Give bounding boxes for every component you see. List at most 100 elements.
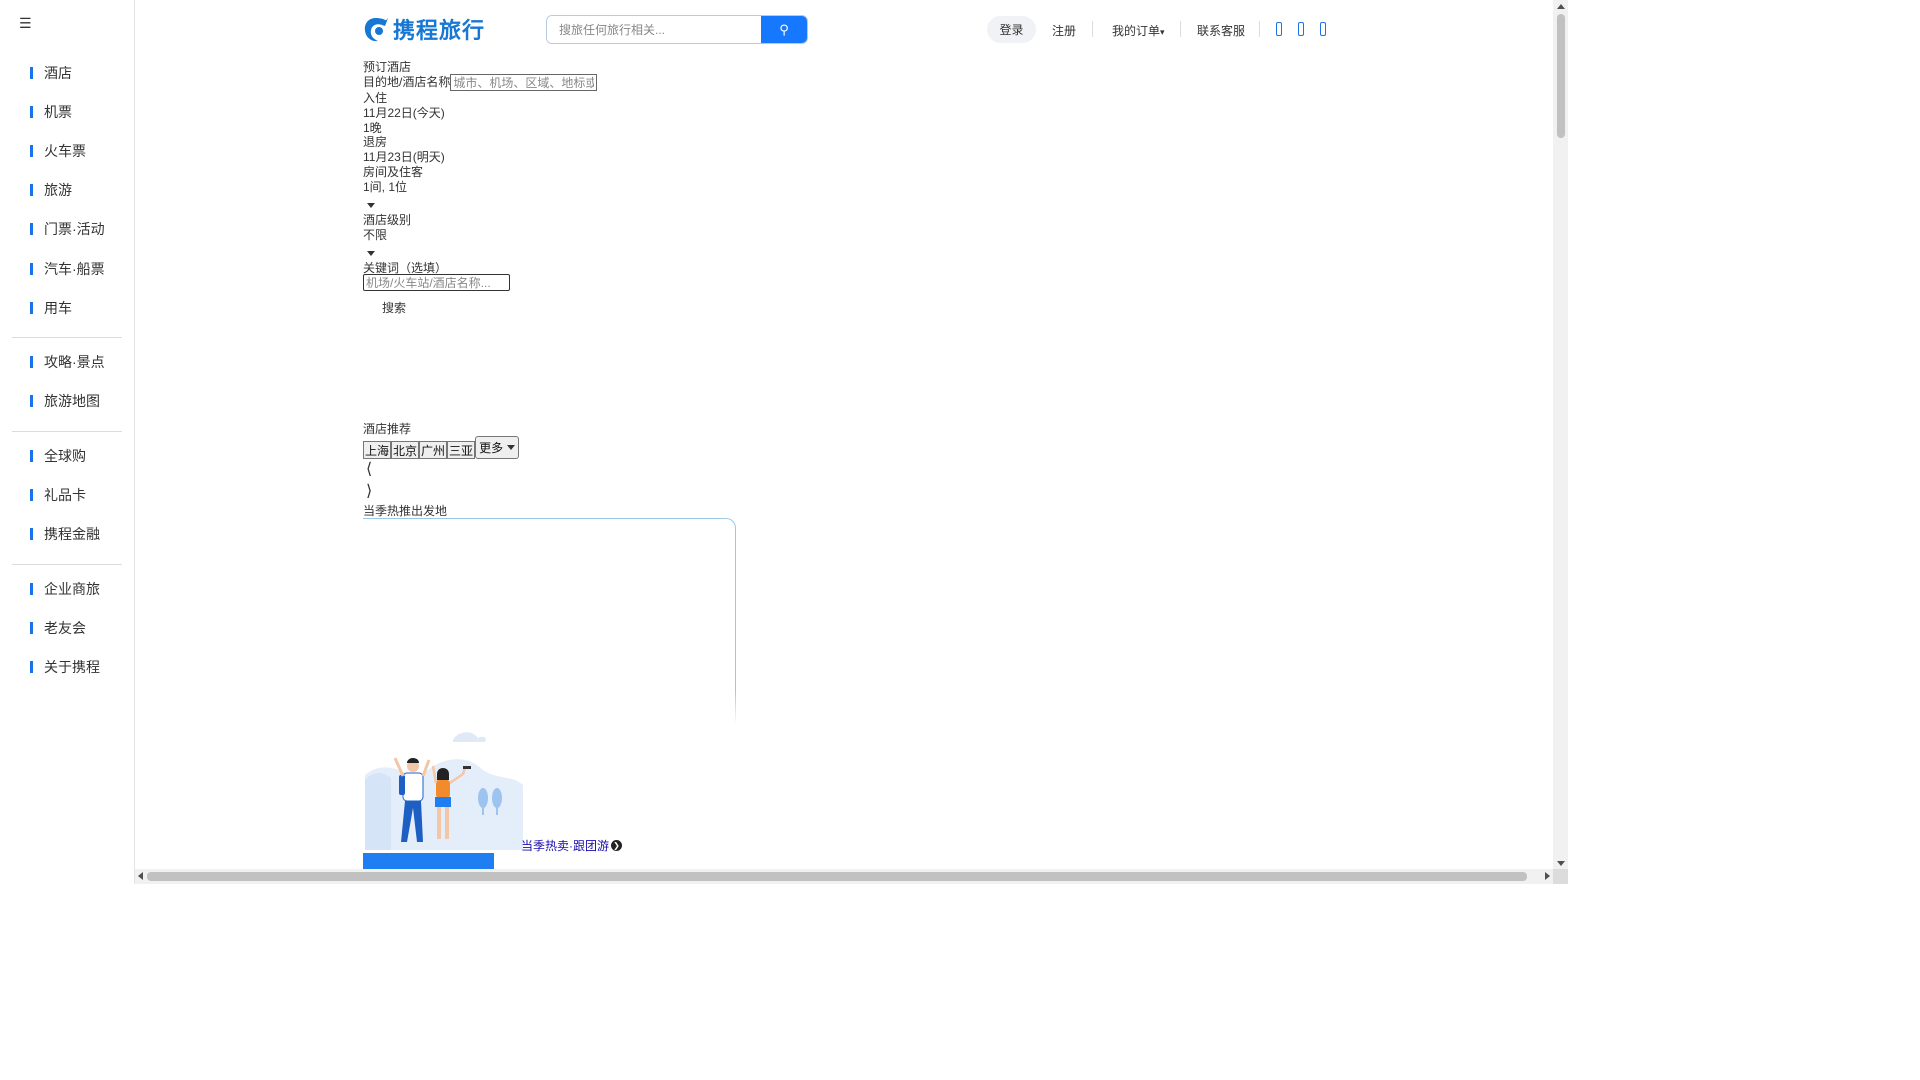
sidebar-nav-item[interactable]: 企业商旅	[0, 569, 135, 608]
scroll-down-icon[interactable]	[1557, 861, 1565, 866]
nav-item-icon	[30, 449, 33, 462]
sidebar-nav-label: 携程金融	[44, 525, 100, 542]
sidebar-nav-label: 全球购	[44, 447, 86, 464]
sidebar-nav-item[interactable]: 用车	[0, 288, 135, 327]
dolphin-logo-icon	[364, 18, 388, 42]
hot-tour-link[interactable]: 当季热卖·跟团游 ❯	[521, 837, 622, 854]
nav-item-icon	[30, 394, 33, 407]
global-search: ⚲	[546, 15, 808, 44]
nav-item-icon	[30, 66, 33, 79]
nav-item-icon	[30, 184, 33, 197]
hot-tour-label: 当季热卖·跟团游	[521, 839, 609, 853]
sidebar-nav-item[interactable]: 攻略·景点	[0, 342, 135, 381]
nav-item-icon	[30, 621, 33, 634]
mobile-app-icon[interactable]	[1276, 22, 1282, 36]
chevron-left-icon[interactable]: ⟨	[366, 459, 372, 478]
travelers-illustration	[365, 732, 523, 850]
register-link[interactable]: 注册	[1052, 22, 1076, 39]
keyword-input[interactable]	[363, 274, 510, 291]
header-divider	[1092, 21, 1093, 37]
search-button[interactable]: ⚲	[761, 16, 807, 43]
scroll-thumb[interactable]	[147, 872, 1527, 881]
sidebar-nav-label: 关于携程	[44, 658, 100, 675]
nav-item-icon	[30, 582, 33, 595]
ctrip-logo[interactable]: 携程旅行	[363, 14, 523, 44]
horizontal-scrollbar[interactable]	[135, 869, 1553, 884]
destination-row: 目的地/酒店名称	[363, 73, 598, 92]
nav-group-guides: 攻略·景点旅游地图	[0, 342, 135, 420]
destination-input[interactable]	[450, 74, 598, 92]
nav-item-icon	[30, 301, 33, 314]
city-tab[interactable]: 上海	[363, 441, 392, 459]
search-icon: ⚲	[779, 21, 789, 37]
scroll-left-icon[interactable]	[138, 872, 143, 880]
more-label: 更多	[479, 441, 504, 455]
sidebar-nav-item[interactable]: 全球购	[0, 436, 135, 475]
sidebar-nav-item[interactable]: 酒店	[0, 53, 135, 92]
recommend-title: 酒店推荐	[363, 422, 412, 436]
hot-departure-title: 当季热推出发地	[363, 504, 448, 518]
scrollbar-corner	[1553, 869, 1568, 884]
hotel-level-value[interactable]: 不限	[363, 226, 387, 243]
sidebar-nav-item[interactable]: 礼品卡	[0, 475, 135, 514]
nav-group-shopping: 全球购礼品卡携程金融	[0, 436, 135, 554]
customer-service-link[interactable]: 联系客服	[1197, 22, 1245, 39]
sidebar-nav-item[interactable]: 老友会	[0, 608, 135, 647]
sidebar: ☰ 酒店机票火车票旅游门票·活动汽车·船票用车 攻略·景点旅游地图 全球购礼品卡…	[0, 0, 135, 884]
login-button[interactable]: 登录	[987, 16, 1036, 43]
sidebar-nav-item[interactable]: 机票	[0, 92, 135, 131]
card-fade	[363, 690, 737, 725]
my-orders-label: 我的订单	[1112, 24, 1161, 38]
nav-item-icon	[30, 223, 33, 236]
nav-item-icon	[30, 262, 33, 275]
language-icon[interactable]	[1298, 22, 1304, 36]
sidebar-nav-item[interactable]: 关于携程	[0, 647, 135, 686]
sidebar-nav-item[interactable]: 汽车·船票	[0, 249, 135, 288]
sidebar-nav-label: 企业商旅	[44, 580, 100, 597]
sidebar-nav-label: 旅游	[44, 182, 72, 199]
logo-text: 携程旅行	[393, 19, 486, 44]
nav-item-icon	[30, 488, 33, 501]
sidebar-nav-item[interactable]: 门票·活动	[0, 210, 135, 249]
nav-item-icon	[30, 105, 33, 118]
notification-icon[interactable]	[1320, 22, 1326, 36]
sidebar-nav-label: 攻略·景点	[44, 353, 105, 370]
chevron-right-icon[interactable]: ⟩	[366, 481, 372, 500]
my-orders-menu[interactable]: 我的订单▾	[1112, 22, 1165, 39]
city-tab[interactable]: 三亚	[447, 441, 476, 459]
nav-item-icon	[30, 660, 33, 673]
scroll-up-icon[interactable]	[1557, 4, 1565, 9]
more-cities-dropdown[interactable]: 更多	[475, 436, 520, 459]
sidebar-nav-item[interactable]: 携程金融	[0, 514, 135, 553]
nav-divider	[12, 564, 122, 565]
nav-group-travel: 酒店机票火车票旅游门票·活动汽车·船票用车	[0, 53, 135, 327]
menu-icon[interactable]: ☰	[19, 14, 32, 32]
nav-divider	[12, 431, 122, 432]
rooms-value[interactable]: 1间, 1位	[363, 178, 407, 195]
sidebar-nav-item[interactable]: 火车票	[0, 131, 135, 170]
sidebar-nav-label: 礼品卡	[44, 486, 86, 503]
sidebar-nav-label: 酒店	[44, 64, 72, 81]
city-tab[interactable]: 北京	[391, 441, 420, 459]
global-search-input[interactable]	[547, 16, 761, 43]
vertical-scrollbar[interactable]	[1553, 0, 1568, 884]
sidebar-nav-label: 火车票	[44, 142, 86, 159]
sidebar-nav-item[interactable]: 旅游	[0, 171, 135, 210]
sidebar-nav-label: 门票·活动	[44, 221, 105, 238]
sidebar-nav-item[interactable]: 旅游地图	[0, 381, 135, 420]
city-tab[interactable]: 广州	[419, 441, 448, 459]
scroll-thumb[interactable]	[1557, 14, 1565, 138]
destination-label: 目的地/酒店名称	[363, 75, 451, 89]
sidebar-nav-label: 汽车·船票	[44, 260, 105, 277]
hotel-level-dropdown[interactable]	[367, 245, 375, 259]
sidebar-nav-label: 旅游地图	[44, 392, 100, 409]
hotel-search-button[interactable]: 搜索	[382, 299, 406, 316]
header-divider	[1259, 21, 1260, 37]
rooms-dropdown[interactable]	[367, 197, 375, 211]
nav-divider	[12, 337, 122, 338]
nav-item-icon	[30, 527, 33, 540]
scroll-right-icon[interactable]	[1545, 872, 1550, 880]
city-tabs: 上海 北京 广州 三亚 更多	[363, 436, 520, 459]
keyword-row	[363, 274, 510, 291]
sidebar-nav-label: 机票	[44, 103, 72, 120]
